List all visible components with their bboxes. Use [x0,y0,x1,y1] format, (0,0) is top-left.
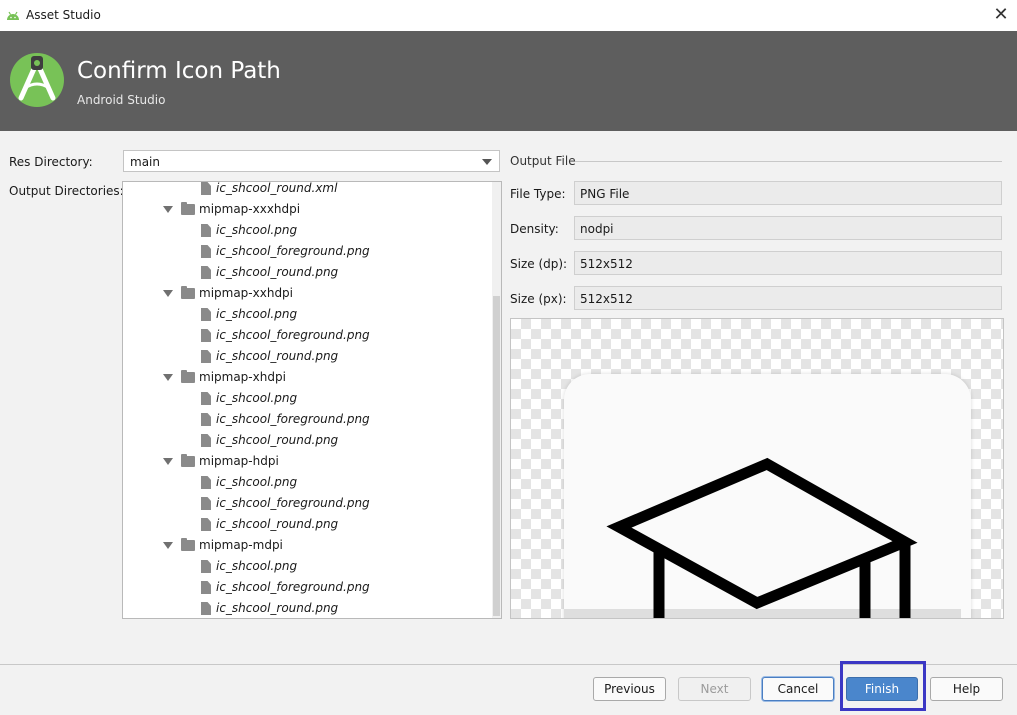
size-dp-field: 512x512 [574,251,1002,275]
folder-icon [181,370,195,383]
size-px-label: Size (px): [510,292,567,306]
file-icon [201,224,211,237]
section-divider [575,161,1002,162]
page-title: Confirm Icon Path [77,58,281,84]
tree-scrollbar-thumb[interactable] [493,296,500,616]
next-button[interactable]: Next [678,677,751,701]
res-directory-label: Res Directory: [9,155,93,169]
cancel-button[interactable]: Cancel [762,677,834,701]
size-px-field: 512x512 [574,286,1002,310]
expand-triangle-icon[interactable] [163,542,173,549]
header-banner: Confirm Icon Path Android Studio [0,31,1017,131]
graduation-cap-icon [606,457,918,618]
output-directories-tree[interactable]: ic_shcool_round.xml mipmap-xxxhdpi ic_sh… [122,181,502,619]
output-directories-label: Output Directories: [9,184,124,198]
file-icon [201,182,211,195]
tree-scrollbar[interactable] [492,182,501,618]
folder-icon [181,538,195,551]
previous-button[interactable]: Previous [593,677,666,701]
folder-icon [181,286,195,299]
android-icon [7,11,19,20]
file-icon [201,497,211,510]
help-button[interactable]: Help [930,677,1003,701]
expand-triangle-icon[interactable] [163,206,173,213]
expand-triangle-icon[interactable] [163,374,173,381]
file-type-label: File Type: [510,187,566,201]
title-bar: Asset Studio ✕ [0,0,1017,31]
file-icon [201,392,211,405]
expand-triangle-icon[interactable] [163,290,173,297]
file-icon [201,350,211,363]
file-icon [201,308,211,321]
file-icon [201,560,211,573]
file-icon [201,518,211,531]
file-icon [201,245,211,258]
icon-preview [510,318,1004,619]
density-field: nodpi [574,216,1002,240]
page-subtitle: Android Studio [77,93,166,107]
file-icon [201,434,211,447]
expand-triangle-icon[interactable] [163,458,173,465]
file-icon [201,413,211,426]
android-studio-logo-icon [10,53,64,107]
file-icon [201,581,211,594]
folder-icon [181,454,195,467]
file-icon [201,266,211,279]
size-dp-label: Size (dp): [510,257,568,271]
window-title: Asset Studio [26,8,101,22]
file-type-field: PNG File [574,181,1002,205]
output-file-section-label: Output File [510,154,576,168]
file-icon [201,476,211,489]
file-icon [201,329,211,342]
folder-icon [181,202,195,215]
res-directory-value: main [130,155,160,169]
finish-button-highlight [840,661,926,711]
file-icon [201,602,211,615]
chevron-down-icon[interactable] [482,159,492,165]
close-icon[interactable]: ✕ [991,5,1011,25]
density-label: Density: [510,222,559,236]
res-directory-select[interactable]: main [123,150,500,172]
